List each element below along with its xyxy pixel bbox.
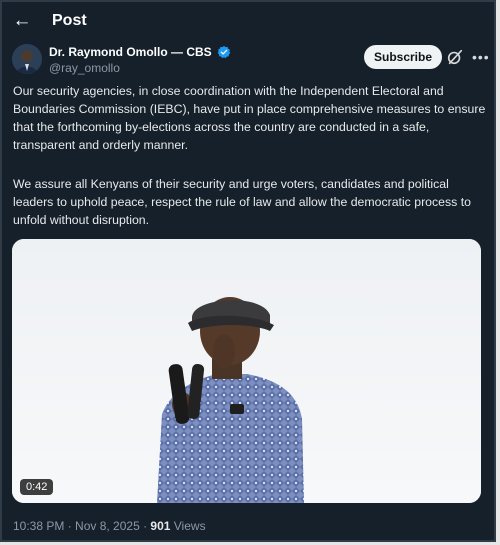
tweet-paragraph: We assure all Kenyans of their security …: [13, 177, 471, 227]
grok-icon[interactable]: [446, 48, 464, 66]
back-arrow-icon[interactable]: ←: [12, 11, 32, 31]
video-duration: 0:42: [20, 479, 54, 495]
post-window: ← Post Dr. Raymond Omollo — CBS @ray_omo…: [0, 0, 496, 542]
author-name[interactable]: Dr. Raymond Omollo — CBS: [49, 45, 231, 59]
author-name-text[interactable]: Dr. Raymond Omollo — CBS: [49, 45, 212, 59]
views-label: Views: [170, 519, 206, 533]
avatar-image: [12, 44, 42, 74]
video-thumbnail: [12, 239, 481, 503]
views-count: 901: [150, 519, 171, 533]
tweet-paragraph: Our security agencies, in close coordina…: [13, 84, 486, 152]
author-handle[interactable]: @ray_omollo: [49, 61, 120, 75]
verified-badge-icon: [217, 45, 231, 59]
more-options-icon[interactable]: •••: [472, 48, 492, 66]
post-header: ← Post: [2, 2, 494, 42]
subscribe-button[interactable]: Subscribe: [364, 45, 442, 69]
video-player[interactable]: 0:42: [12, 239, 481, 503]
post-timestamp[interactable]: 10:38 PM · Nov 8, 2025 ·: [13, 519, 150, 533]
page-title: Post: [52, 12, 87, 29]
post-meta: 10:38 PM · Nov 8, 2025 · 901 Views: [13, 519, 206, 533]
avatar[interactable]: [12, 44, 42, 74]
